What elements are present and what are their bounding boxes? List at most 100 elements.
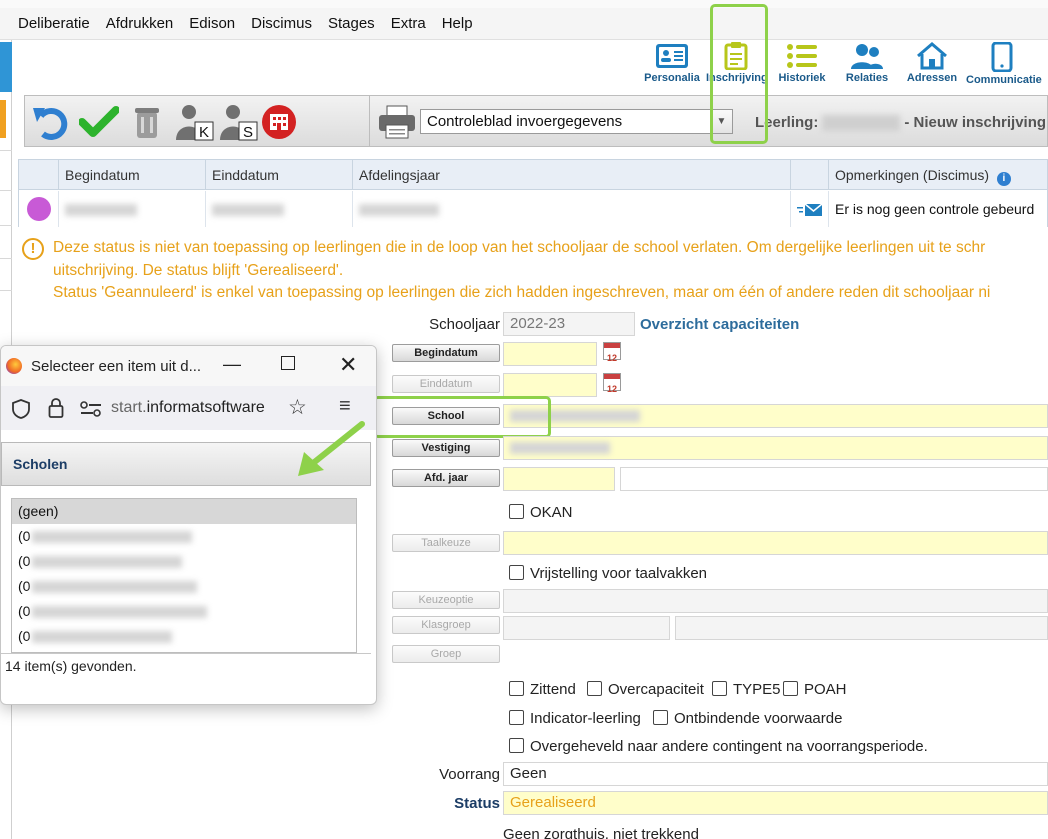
nav-historiek[interactable]: Historiek bbox=[772, 42, 832, 84]
list-item-redacted bbox=[32, 531, 193, 544]
vestiging-button[interactable]: Vestiging bbox=[392, 439, 500, 457]
menu-extra[interactable]: Extra bbox=[383, 15, 434, 32]
shield-icon[interactable] bbox=[12, 399, 30, 419]
menu-edison[interactable]: Edison bbox=[181, 15, 243, 32]
menu-discimus[interactable]: Discimus bbox=[243, 15, 320, 32]
status-label: Status bbox=[454, 795, 500, 812]
menu-bar: Deliberatie Afdrukken Edison Discimus St… bbox=[0, 8, 1048, 40]
url-prefix: start. bbox=[111, 399, 147, 416]
type5-checkbox[interactable]: TYPE5 bbox=[712, 681, 781, 698]
keuzeoptie-button[interactable]: Keuzeoptie bbox=[392, 591, 500, 609]
col-opmerkingen[interactable]: Opmerkingen (Discimus) i bbox=[828, 160, 1048, 190]
begindatum-field[interactable] bbox=[503, 342, 597, 366]
afd-jaar-code-field[interactable] bbox=[503, 467, 615, 491]
printer-icon[interactable] bbox=[377, 104, 417, 143]
mail-icon[interactable] bbox=[790, 191, 828, 227]
nav-communicatie[interactable]: Communicatie bbox=[966, 42, 1042, 86]
ontbindende-voorwaarde-checkbox[interactable]: Ontbindende voorwaarde bbox=[653, 710, 842, 727]
groep-button[interactable]: Groep bbox=[392, 645, 500, 663]
vrijstelling-label: Vrijstelling voor taalvakken bbox=[530, 565, 708, 582]
zittend-checkbox[interactable]: Zittend bbox=[509, 681, 576, 698]
list-item[interactable]: (0 bbox=[12, 549, 356, 574]
report-select[interactable]: Controleblad invoergegevens ▼ bbox=[420, 109, 733, 134]
calendar-icon[interactable]: 12 bbox=[603, 373, 621, 394]
nav-relaties[interactable]: Relaties bbox=[837, 42, 897, 84]
list-item-redacted bbox=[32, 581, 198, 594]
vrijstelling-checkbox[interactable]: Vrijstelling voor taalvakken bbox=[509, 565, 707, 582]
schooljaar-field: 2022-23 bbox=[503, 312, 635, 336]
voorrang-select[interactable]: Geen bbox=[503, 762, 1048, 786]
col-opmerkingen-label: Opmerkingen (Discimus) bbox=[835, 167, 990, 183]
keuzeoptie-field[interactable] bbox=[503, 589, 1048, 613]
list-item[interactable]: (0 bbox=[12, 599, 356, 624]
lock-icon[interactable] bbox=[48, 398, 64, 418]
left-panel-active-tab[interactable] bbox=[0, 42, 12, 92]
begindatum-button[interactable]: Begindatum bbox=[392, 344, 500, 362]
star-icon[interactable]: ☆ bbox=[288, 395, 307, 420]
popup-titlebar[interactable]: Selecteer een item uit d... — ✕ bbox=[1, 346, 376, 386]
list-item[interactable]: (0 bbox=[12, 524, 356, 549]
warning-text: Deze status is niet van toepassing op le… bbox=[53, 237, 1048, 305]
menu-deliberatie[interactable]: Deliberatie bbox=[10, 15, 98, 32]
col-afdelingsjaar[interactable]: Afdelingsjaar bbox=[352, 160, 790, 190]
toolbar: K S Controleblad invoergegevens ▼ Leerli… bbox=[24, 95, 1048, 147]
highlight-inschrijving bbox=[710, 4, 768, 144]
undo-icon[interactable] bbox=[31, 104, 68, 140]
school-field[interactable] bbox=[503, 404, 1048, 428]
overcapaciteit-checkbox[interactable]: Overcapaciteit bbox=[587, 681, 704, 698]
phone-icon bbox=[991, 42, 1013, 72]
user-k-icon[interactable]: K bbox=[175, 104, 214, 141]
table-row[interactable]: Er is nog geen controle gebeurd bbox=[19, 191, 1047, 227]
okan-checkbox[interactable]: OKAN bbox=[509, 504, 573, 521]
trash-icon[interactable] bbox=[129, 104, 165, 140]
close-icon[interactable]: ✕ bbox=[339, 352, 357, 378]
overzicht-capaciteiten-link[interactable]: Overzicht capaciteiten bbox=[640, 316, 799, 333]
taalkeuze-field[interactable] bbox=[503, 531, 1048, 555]
people-icon bbox=[851, 44, 883, 69]
maximize-icon[interactable] bbox=[281, 356, 295, 370]
info-icon[interactable]: i bbox=[996, 172, 1011, 186]
klasgroep-button[interactable]: Klasgroep bbox=[392, 616, 500, 634]
building-icon[interactable] bbox=[261, 104, 297, 140]
leerling-name-redacted bbox=[822, 115, 901, 132]
overgeheveld-checkbox[interactable]: Overgeheveld naar andere contingent na v… bbox=[509, 738, 928, 755]
left-panel-divider bbox=[0, 290, 12, 291]
col-begindatum[interactable]: Begindatum bbox=[58, 160, 205, 190]
permissions-icon[interactable] bbox=[80, 401, 102, 417]
scholen-list[interactable]: (geen) (0 (0 (0 (0 (0 bbox=[11, 498, 357, 653]
personalia-card-icon bbox=[656, 44, 688, 68]
ontbindende-voorwaarde-label: Ontbindende voorwaarde bbox=[674, 710, 843, 727]
minimize-icon[interactable]: — bbox=[223, 354, 241, 375]
list-item[interactable]: (0 bbox=[12, 574, 356, 599]
check-icon[interactable] bbox=[78, 104, 120, 140]
list-item[interactable]: (geen) bbox=[12, 499, 356, 524]
calendar-icon[interactable]: 12 bbox=[603, 342, 621, 363]
window-top-edge bbox=[0, 0, 1048, 8]
warning-line: Status 'Geannuleerd' is enkel van toepas… bbox=[53, 284, 991, 301]
nav-adressen[interactable]: Adressen bbox=[902, 42, 962, 84]
list-item[interactable]: (0 bbox=[12, 624, 356, 649]
nav-personalia[interactable]: Personalia bbox=[642, 42, 702, 84]
vestiging-field[interactable] bbox=[503, 436, 1048, 460]
nav-label: Communicatie bbox=[966, 74, 1042, 86]
okan-label: OKAN bbox=[530, 504, 573, 521]
menu-stages[interactable]: Stages bbox=[320, 15, 383, 32]
col-einddatum[interactable]: Einddatum bbox=[205, 160, 352, 190]
einddatum-field[interactable] bbox=[503, 373, 597, 397]
einddatum-button[interactable]: Einddatum bbox=[392, 375, 500, 393]
klasgroep-field[interactable] bbox=[503, 616, 670, 640]
highlight-school bbox=[373, 396, 551, 438]
menu-afdrukken[interactable]: Afdrukken bbox=[98, 15, 182, 32]
menu-help[interactable]: Help bbox=[434, 15, 481, 32]
status-field[interactable]: Gerealiseerd bbox=[503, 791, 1048, 815]
popup-url[interactable]: start.informatsoftware bbox=[111, 399, 265, 417]
menu-icon[interactable]: ≡ bbox=[339, 395, 351, 418]
warning-icon: ! bbox=[22, 238, 44, 260]
poah-checkbox[interactable]: POAH bbox=[783, 681, 847, 698]
user-s-icon[interactable]: S bbox=[219, 104, 258, 141]
schooljaar-label: Schooljaar bbox=[429, 316, 500, 333]
indicator-leerling-checkbox[interactable]: Indicator-leerling bbox=[509, 710, 641, 727]
list-item-redacted bbox=[32, 631, 173, 644]
afd-jaar-button[interactable]: Afd. jaar bbox=[392, 469, 500, 487]
taalkeuze-button[interactable]: Taalkeuze bbox=[392, 534, 500, 552]
